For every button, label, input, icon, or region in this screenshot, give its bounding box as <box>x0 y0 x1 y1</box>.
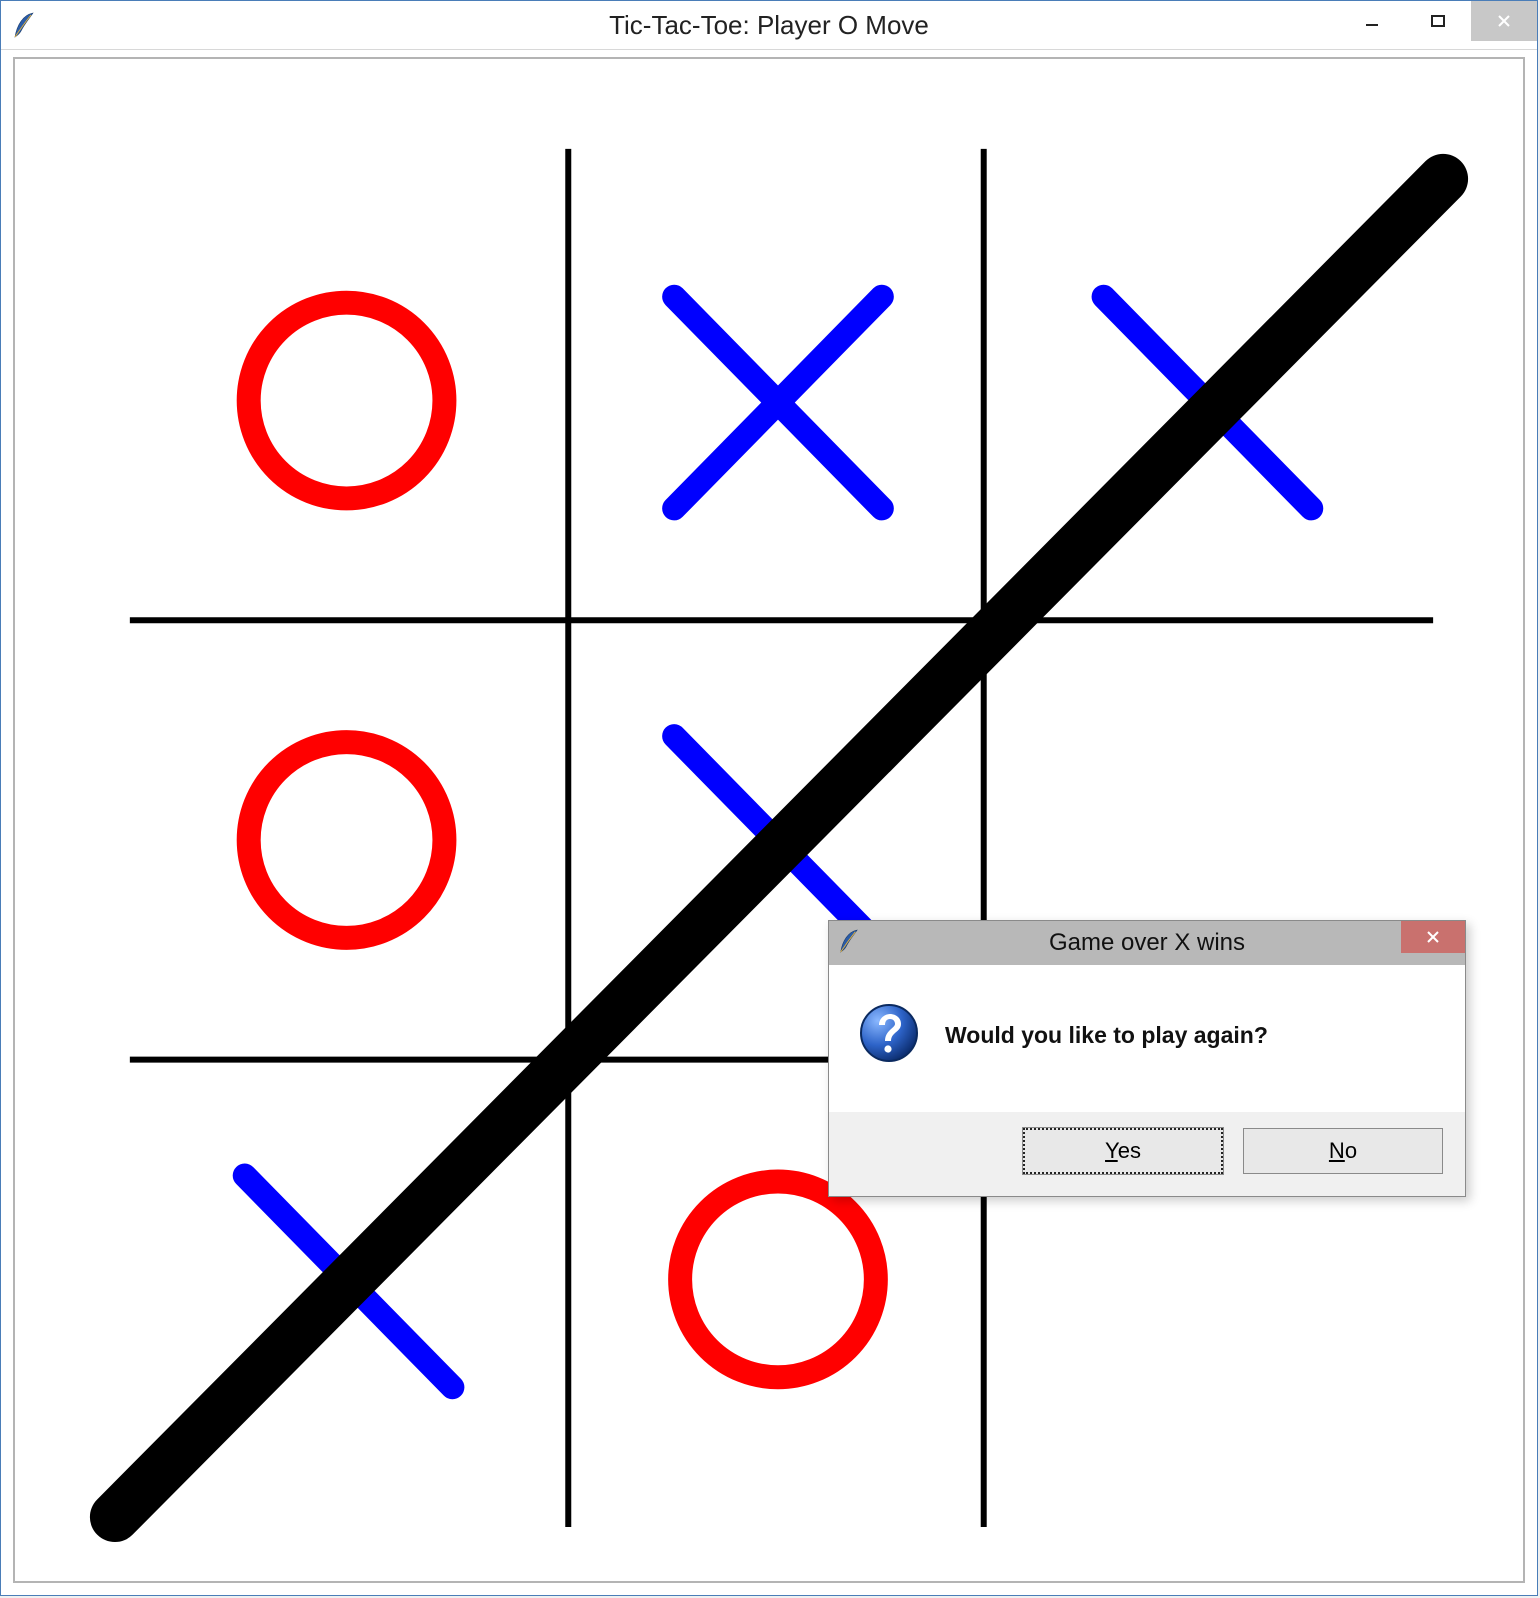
no-button[interactable]: No <box>1243 1128 1443 1174</box>
cell-0-0-o[interactable] <box>249 303 445 499</box>
window-controls <box>1339 1 1537 41</box>
minimize-button[interactable] <box>1339 1 1405 41</box>
window-title: Tic-Tac-Toe: Player O Move <box>609 10 929 41</box>
dialog-title: Game over X wins <box>1049 929 1245 957</box>
client-area <box>13 57 1525 1583</box>
close-button[interactable] <box>1471 1 1537 41</box>
cell-0-1-x[interactable] <box>674 297 882 509</box>
dialog-titlebar[interactable]: Game over X wins <box>829 921 1465 965</box>
yes-button[interactable]: Yes <box>1023 1128 1223 1174</box>
dialog-body: Would you like to play again? <box>829 965 1465 1112</box>
no-button-rest: o <box>1345 1138 1357 1163</box>
game-over-dialog: Game over X wins Would you like to play … <box>828 920 1466 1197</box>
titlebar[interactable]: Tic-Tac-Toe: Player O Move <box>1 1 1537 50</box>
maximize-button[interactable] <box>1405 1 1471 41</box>
feather-icon <box>11 11 35 39</box>
dialog-message: Would you like to play again? <box>945 1022 1268 1049</box>
main-window: Tic-Tac-Toe: Player O Move <box>0 0 1538 1596</box>
cell-2-1-o[interactable] <box>680 1182 876 1378</box>
yes-button-rest: es <box>1118 1138 1141 1163</box>
dialog-close-button[interactable] <box>1401 921 1465 953</box>
feather-icon <box>837 928 859 959</box>
game-canvas[interactable] <box>15 59 1523 1581</box>
cell-1-0-o[interactable] <box>249 742 445 938</box>
question-icon <box>857 1001 921 1070</box>
dialog-button-row: Yes No <box>829 1112 1465 1196</box>
